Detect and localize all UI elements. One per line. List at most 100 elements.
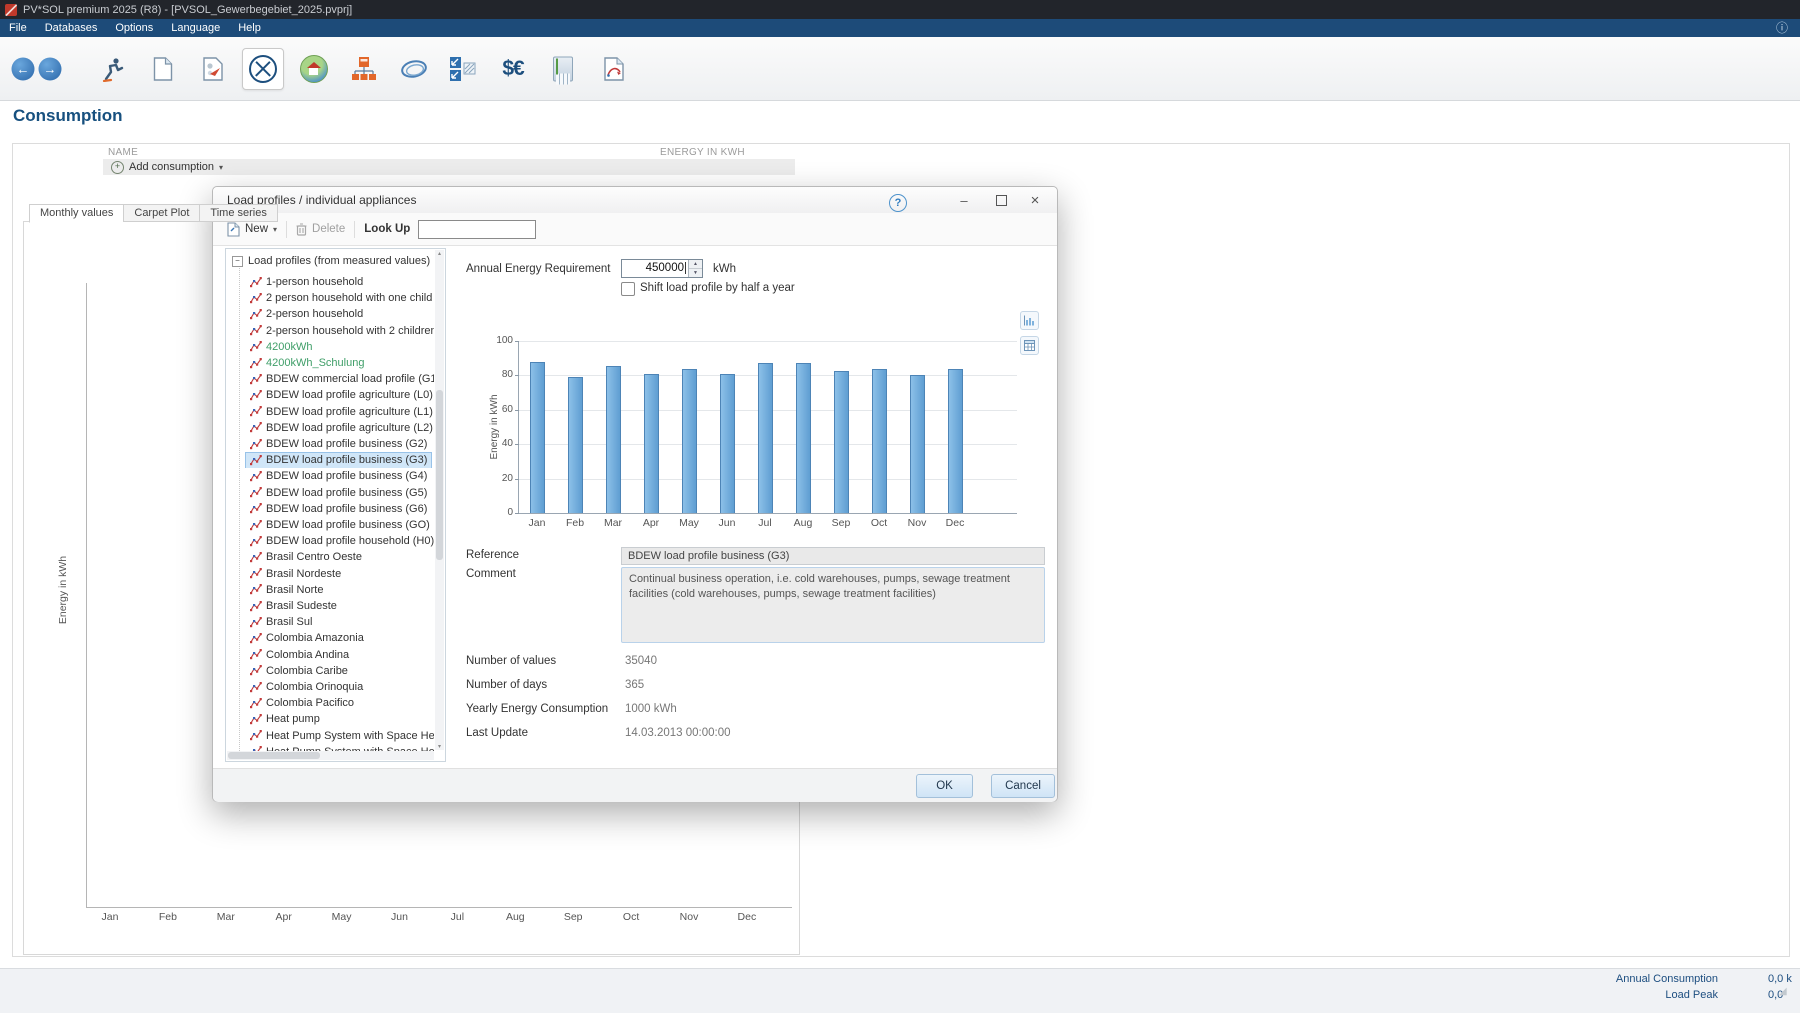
tree-item[interactable]: BDEW load profile business (G2) bbox=[245, 436, 434, 452]
profile-chart-icon bbox=[250, 584, 262, 595]
consumption-button[interactable] bbox=[242, 48, 284, 90]
y-tick-label: 0 bbox=[487, 507, 513, 518]
new-project-button[interactable] bbox=[154, 57, 173, 81]
tree-item-label: Colombia Amazonia bbox=[266, 632, 364, 644]
background-chart-months: JanFebMarAprMayJunJulAugSepOctNovDec bbox=[86, 911, 792, 925]
tree-item[interactable]: BDEW load profile business (G5) bbox=[245, 485, 434, 501]
dialog-minimize-button[interactable]: – bbox=[950, 189, 978, 211]
nav-forward-button[interactable]: → bbox=[39, 57, 62, 80]
shift-profile-checkbox[interactable] bbox=[621, 282, 635, 296]
tree-item-label: BDEW load profile business (GO) bbox=[266, 519, 430, 531]
annual-energy-input[interactable]: 450000 ▲▼ bbox=[621, 259, 703, 278]
new-profile-button[interactable]: New ▾ bbox=[227, 222, 277, 237]
tree-item[interactable]: Colombia Orinoquia bbox=[245, 679, 434, 695]
open-project-button[interactable] bbox=[203, 57, 223, 81]
dialog-maximize-button[interactable] bbox=[987, 189, 1015, 211]
help-button[interactable]: ? bbox=[889, 194, 907, 212]
copy-chart-button[interactable] bbox=[1020, 311, 1039, 330]
spin-up-icon[interactable]: ▲ bbox=[689, 260, 702, 269]
menu-bar: File Databases Options Language Help ⓘ bbox=[0, 19, 1800, 37]
scrollbar-thumb[interactable] bbox=[436, 390, 443, 560]
spin-down-icon[interactable]: ▼ bbox=[689, 269, 702, 277]
forward-arrow-icon: → bbox=[39, 57, 62, 80]
tree-item-label: Heat Pump System with Space Heating (air… bbox=[266, 730, 434, 742]
cabling-button[interactable] bbox=[399, 57, 429, 81]
tree-root[interactable]: − Load profiles (from measured values) bbox=[232, 255, 430, 267]
dialog-close-button[interactable]: × bbox=[1021, 189, 1049, 211]
tree-item[interactable]: 2-person household with 2 children bbox=[245, 323, 434, 339]
menu-help[interactable]: Help bbox=[229, 19, 270, 37]
tab-time-series[interactable]: Time series bbox=[199, 204, 277, 222]
tree-item[interactable]: 2-person household bbox=[245, 306, 434, 322]
cancel-button[interactable]: Cancel bbox=[991, 774, 1055, 798]
calculator-button[interactable] bbox=[553, 56, 573, 81]
menu-file[interactable]: File bbox=[0, 19, 36, 37]
inverter-config-button[interactable] bbox=[449, 56, 477, 82]
tab-monthly-values[interactable]: Monthly values bbox=[29, 204, 123, 223]
tree-item[interactable]: BDEW load profile business (G3) bbox=[245, 452, 434, 468]
lookup-input[interactable] bbox=[418, 220, 536, 239]
tree-item[interactable]: BDEW load profile agriculture (L1) bbox=[245, 404, 434, 420]
window-title: PV*SOL premium 2025 (R8) - [PVSOL_Gewerb… bbox=[23, 4, 352, 16]
profile-chart-icon bbox=[250, 714, 262, 725]
y-tick-label: 100 bbox=[487, 335, 513, 346]
tree-item-label: Brasil Sudeste bbox=[266, 600, 337, 612]
reference-label: Reference bbox=[466, 549, 519, 561]
profile-chart-icon bbox=[250, 536, 262, 547]
info-icon[interactable]: ⓘ bbox=[1776, 19, 1788, 37]
add-consumption-button[interactable]: + Add consumption ▾ bbox=[103, 159, 795, 175]
tree-item[interactable]: 2 person household with one child bbox=[245, 290, 434, 306]
report-button[interactable] bbox=[604, 57, 624, 81]
y-tick-mark bbox=[515, 341, 519, 342]
tree-item[interactable]: Brasil Centro Oeste bbox=[245, 549, 434, 565]
tree-item[interactable]: Brasil Sudeste bbox=[245, 598, 434, 614]
3d-design-button[interactable] bbox=[300, 55, 328, 83]
delete-profile-button[interactable]: Delete bbox=[296, 223, 345, 236]
system-diagram-button[interactable] bbox=[351, 56, 377, 82]
tree-vertical-scrollbar[interactable]: ▴ ▾ bbox=[435, 250, 444, 750]
scroll-up-icon[interactable]: ▴ bbox=[435, 250, 444, 257]
runner-icon bbox=[99, 56, 125, 82]
tree-item[interactable]: Colombia Pacifico bbox=[245, 695, 434, 711]
tree-item[interactable]: Colombia Andina bbox=[245, 647, 434, 663]
tree-item[interactable]: BDEW load profile business (G6) bbox=[245, 501, 434, 517]
tree-item[interactable]: Heat Pump System with Space Heating (air… bbox=[245, 728, 434, 744]
menu-databases[interactable]: Databases bbox=[36, 19, 107, 37]
tree-item[interactable]: BDEW commercial load profile (G1) bbox=[245, 371, 434, 387]
tree-item[interactable]: 4200kWh_Schulung bbox=[245, 355, 434, 371]
tab-carpet-plot[interactable]: Carpet Plot bbox=[123, 204, 199, 222]
tree-item[interactable]: Heat pump bbox=[245, 711, 434, 727]
tree-item[interactable]: Colombia Amazonia bbox=[245, 630, 434, 646]
tree-item[interactable]: BDEW load profile agriculture (L2) bbox=[245, 420, 434, 436]
tree-item-label: BDEW load profile agriculture (L0) bbox=[266, 389, 433, 401]
tree-item[interactable]: 1-person household bbox=[245, 274, 434, 290]
quick-start-button[interactable] bbox=[99, 56, 125, 82]
tree-horizontal-scrollbar[interactable] bbox=[227, 751, 434, 760]
copy-table-button[interactable] bbox=[1020, 336, 1039, 355]
financial-analysis-button[interactable]: $€ bbox=[502, 57, 523, 81]
spinner-arrows[interactable]: ▲▼ bbox=[688, 260, 702, 277]
collapse-icon[interactable]: − bbox=[232, 256, 243, 267]
scroll-down-icon[interactable]: ▾ bbox=[435, 743, 444, 750]
tree-item[interactable]: Colombia Caribe bbox=[245, 663, 434, 679]
tree-item[interactable]: BDEW load profile household (H0) bbox=[245, 533, 434, 549]
tree-item[interactable]: BDEW load profile business (GO) bbox=[245, 517, 434, 533]
profile-chart-icon bbox=[250, 520, 262, 531]
add-consumption-label: Add consumption bbox=[129, 161, 214, 173]
tree-item[interactable]: Brasil Norte bbox=[245, 582, 434, 598]
tree-item[interactable]: BDEW load profile agriculture (L0) bbox=[245, 387, 434, 403]
menu-options[interactable]: Options bbox=[106, 19, 162, 37]
bg-month-label: Dec bbox=[727, 911, 767, 923]
tree-item-label: 4200kWh bbox=[266, 341, 312, 353]
tree-item[interactable]: 4200kWh bbox=[245, 339, 434, 355]
comment-field[interactable]: Continual business operation, i.e. cold … bbox=[621, 567, 1045, 643]
scrollbar-thumb[interactable] bbox=[228, 752, 320, 759]
ok-button[interactable]: OK bbox=[916, 774, 973, 798]
trash-icon bbox=[296, 223, 307, 236]
tree-item[interactable]: BDEW load profile business (G4) bbox=[245, 468, 434, 484]
nav-back-button[interactable]: ← bbox=[12, 57, 35, 80]
tree-item[interactable]: Brasil Nordeste bbox=[245, 566, 434, 582]
menu-language[interactable]: Language bbox=[162, 19, 229, 37]
shift-profile-label: Shift load profile by half a year bbox=[640, 282, 795, 294]
tree-item[interactable]: Brasil Sul bbox=[245, 614, 434, 630]
